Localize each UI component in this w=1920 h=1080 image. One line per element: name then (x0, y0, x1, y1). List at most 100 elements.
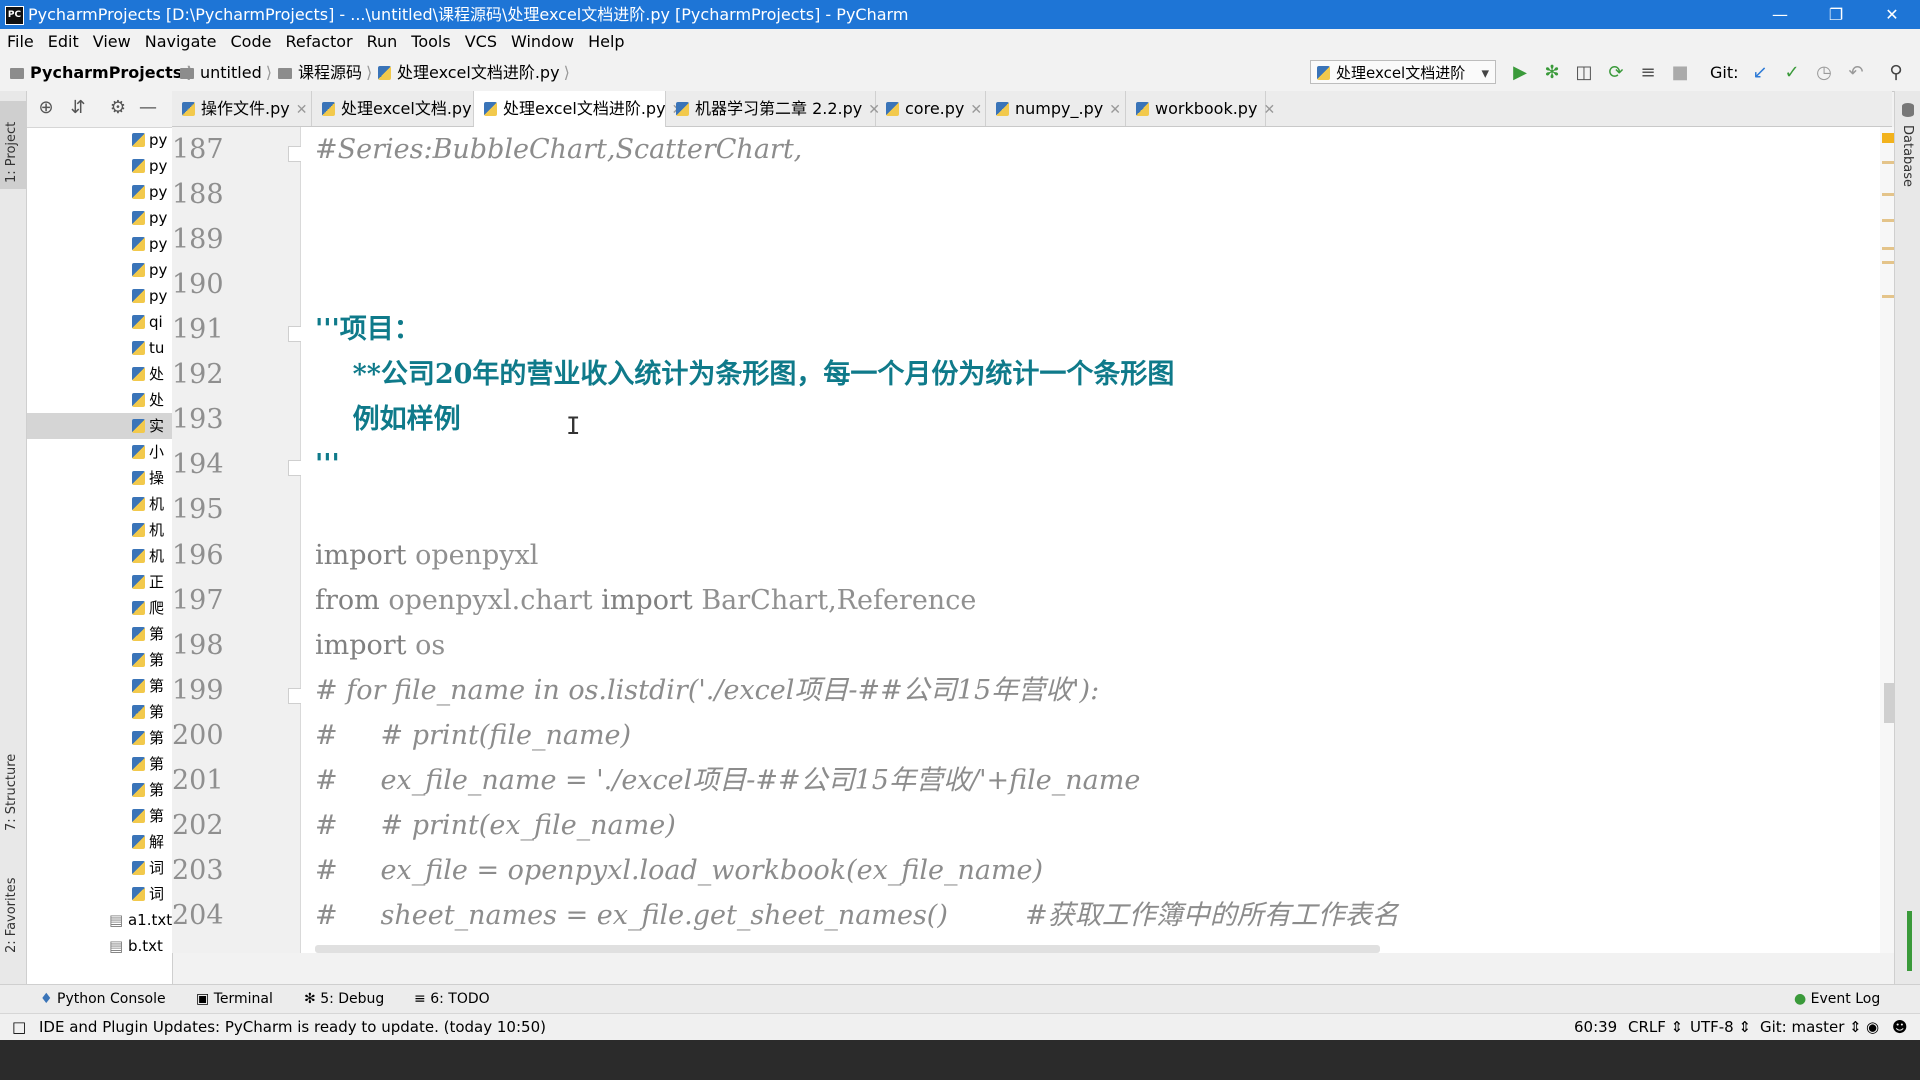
profile-icon[interactable]: ⟳ (1604, 61, 1628, 85)
breadcrumb-file[interactable]: 处理excel文档进阶.py ⟩ (378, 55, 570, 91)
line-separator[interactable]: CRLF ⇕ (1628, 1014, 1683, 1040)
tab-excel-doc-advanced[interactable]: 处理excel文档进阶.py✕ (474, 91, 683, 127)
scrollbar-thumb[interactable] (1884, 683, 1894, 723)
menu-code[interactable]: Code (224, 29, 279, 55)
tree-item-file[interactable]: ▤ a1.txt (109, 907, 172, 933)
tree-item[interactable]: 实 (27, 413, 172, 439)
event-log-tab[interactable]: ● Event Log (1794, 985, 1880, 1014)
menu-file[interactable]: File (0, 29, 41, 55)
run-configuration-select[interactable]: 处理excel文档进阶 ▾ (1310, 60, 1496, 84)
breadcrumb-untitled[interactable]: untitled ⟩ (180, 55, 272, 91)
close-icon[interactable]: ✕ (1109, 102, 1121, 118)
menu-vcs[interactable]: VCS (458, 29, 504, 55)
error-stripe[interactable] (1880, 127, 1896, 953)
run-icon[interactable]: ▶ (1508, 61, 1532, 85)
tree-item[interactable]: 第 (132, 803, 164, 829)
lock-icon[interactable]: ◉ (1866, 1014, 1879, 1040)
tree-item[interactable]: 第 (132, 673, 164, 699)
code-editor[interactable]: I #Series:BubbleChart,ScatterChart, '''项目… (301, 127, 1886, 953)
collapse-all-icon[interactable]: ⇵ (67, 97, 89, 119)
menu-navigate[interactable]: Navigate (138, 29, 224, 55)
file-encoding[interactable]: UTF-8 ⇕ (1690, 1014, 1751, 1040)
menu-help[interactable]: Help (581, 29, 631, 55)
python-console-tab[interactable]: ♦ Python Console (40, 985, 166, 1014)
git-history-icon[interactable]: ◷ (1812, 61, 1836, 85)
tree-item[interactable]: 解 (132, 829, 164, 855)
concurrency-icon[interactable]: ≡ (1636, 61, 1660, 85)
favorites-tool-tab[interactable]: 2: Favorites (4, 877, 19, 953)
tab-numpy[interactable]: numpy_.py ✕ (986, 91, 1126, 126)
tree-item[interactable]: py (132, 257, 167, 283)
database-tool-tab[interactable]: Database (1900, 125, 1915, 187)
tree-item[interactable]: 机 (132, 543, 164, 569)
menu-tools[interactable]: Tools (404, 29, 457, 55)
tree-item[interactable]: 第 (132, 647, 164, 673)
tree-item[interactable]: 机 (132, 491, 164, 517)
tree-item-file[interactable]: ▤ b.txt (109, 933, 163, 959)
tree-item[interactable]: 词 (132, 855, 164, 881)
tree-item[interactable]: 爬 (132, 595, 164, 621)
git-branch[interactable]: Git: master ⇕ (1760, 1014, 1862, 1040)
tree-item[interactable]: py (132, 127, 167, 153)
close-button[interactable]: ✕ (1864, 0, 1920, 29)
tree-item[interactable]: 机 (132, 517, 164, 543)
tree-item[interactable]: 第 (132, 621, 164, 647)
tree-item[interactable]: py (132, 205, 167, 231)
tree-item[interactable]: 第 (132, 725, 164, 751)
minimize-button[interactable]: — (1752, 0, 1808, 29)
status-message[interactable]: IDE and Plugin Updates: PyCharm is ready… (39, 1014, 546, 1040)
search-everywhere-icon[interactable]: ⚲ (1884, 61, 1908, 85)
git-rollback-icon[interactable]: ↶ (1844, 61, 1868, 85)
locate-icon[interactable]: ⊕ (35, 97, 57, 119)
coverage-icon[interactable]: ◫ (1572, 61, 1596, 85)
tab-core[interactable]: core.py ✕ (876, 91, 986, 126)
folder-icon (10, 68, 24, 79)
tab-workbook[interactable]: workbook.py ✕ (1126, 91, 1275, 126)
terminal-tab[interactable]: ▣ Terminal (196, 985, 273, 1014)
python-file-icon (132, 445, 145, 459)
horizontal-scrollbar[interactable] (315, 945, 1380, 953)
status-toggle-icon[interactable]: □ (12, 1014, 26, 1040)
tree-item[interactable]: 操 (132, 465, 164, 491)
debug-tab[interactable]: ✻ 5: Debug (304, 985, 384, 1014)
todo-tab[interactable]: ≡ 6: TODO (414, 985, 490, 1014)
tree-item[interactable]: py (132, 231, 167, 257)
close-icon[interactable]: ✕ (296, 102, 308, 118)
tab-file-ops[interactable]: 操作文件.py ✕ (172, 91, 312, 126)
caret-position[interactable]: 60:39 (1574, 1014, 1617, 1040)
tree-item[interactable]: 词 (132, 881, 164, 907)
menu-refactor[interactable]: Refactor (278, 29, 359, 55)
git-commit-icon[interactable]: ✓ (1780, 61, 1804, 85)
restore-button[interactable]: ❐ (1808, 0, 1864, 29)
tree-item[interactable]: 第 (132, 777, 164, 803)
tree-item[interactable]: py (132, 179, 167, 205)
git-update-icon[interactable]: ↙ (1748, 61, 1772, 85)
tab-ml-chapter2[interactable]: 机器学习第二章 2.2.py ✕ (666, 91, 880, 126)
debug-icon[interactable]: ✻ (1540, 61, 1564, 85)
tree-item[interactable]: 处 (132, 361, 164, 387)
tree-item[interactable]: 小 (132, 439, 164, 465)
menu-run[interactable]: Run (360, 29, 405, 55)
tree-item[interactable]: tu (132, 335, 164, 361)
tree-item[interactable]: py (132, 283, 167, 309)
structure-tool-tab[interactable]: 7: Structure (4, 754, 19, 831)
menu-edit[interactable]: Edit (41, 29, 86, 55)
inspector-icon[interactable]: ☻ (1892, 1014, 1908, 1040)
tab-excel-doc[interactable]: 处理excel文档.py✕ (312, 91, 489, 126)
tree-item[interactable]: py (132, 153, 167, 179)
breadcrumb-source-folder[interactable]: 课程源码 ⟩ (278, 55, 372, 91)
tree-item[interactable]: 处 (132, 387, 164, 413)
tree-item[interactable]: 第 (132, 699, 164, 725)
tree-item[interactable]: 正 (132, 569, 164, 595)
menu-window[interactable]: Window (504, 29, 581, 55)
tree-item[interactable]: qi (132, 309, 163, 335)
breadcrumb-project[interactable]: PycharmProjects⟩ (10, 55, 194, 91)
project-tool-tab[interactable]: 1: Project (4, 122, 19, 183)
stop-icon[interactable]: ■ (1668, 61, 1692, 85)
close-icon[interactable]: ✕ (970, 102, 982, 118)
close-icon[interactable]: ✕ (1263, 102, 1275, 118)
menu-view[interactable]: View (86, 29, 138, 55)
hide-panel-icon[interactable]: — (137, 97, 159, 119)
gear-icon[interactable]: ⚙ (107, 97, 129, 119)
tree-item[interactable]: 第 (132, 751, 164, 777)
